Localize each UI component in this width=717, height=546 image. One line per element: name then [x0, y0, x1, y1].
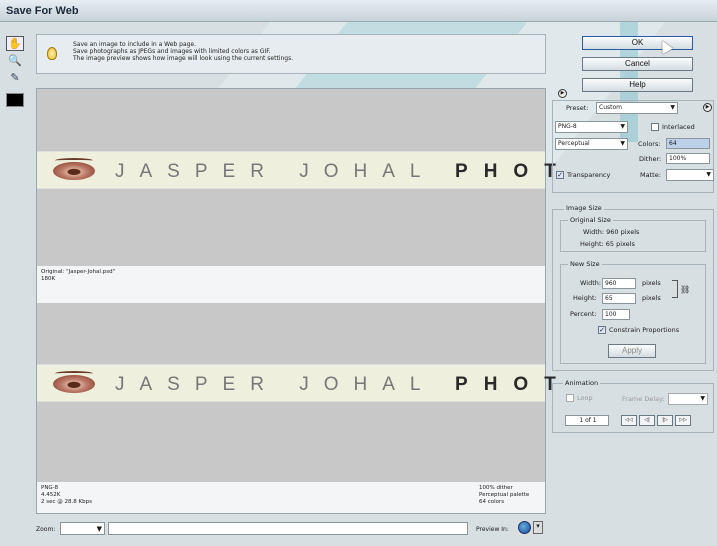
dither-field[interactable]: 100% — [666, 153, 710, 164]
tool-column: ✋ 🔍 ✎ — [6, 36, 28, 107]
eyedropper-icon[interactable]: ✎ — [6, 70, 24, 85]
animation-title: Animation — [563, 379, 601, 387]
original-width: Width: 960 pixels — [583, 228, 640, 236]
transparency-checkbox[interactable]: ✓ — [556, 171, 564, 179]
width-unit: pixels — [642, 279, 661, 287]
zoom-select[interactable]: ▼ — [60, 522, 105, 535]
palette-select[interactable]: Perceptual ▼ — [555, 138, 628, 150]
image-banner: JASPER JOHAL PHOT — [37, 151, 556, 189]
original-size-title: Original Size — [568, 216, 613, 224]
first-frame-button[interactable]: ◁◁ — [621, 415, 637, 426]
info-line: Save an image to include in a Web page. — [73, 41, 197, 48]
link-bracket — [672, 280, 678, 298]
frame-delay-select[interactable]: ▼ — [668, 393, 708, 405]
banner-text: JASPER JOHAL PHOT — [115, 161, 572, 182]
loop-label: Loop — [577, 394, 593, 402]
preset-label: Preset: — [566, 104, 589, 112]
window-title: Save For Web — [6, 5, 79, 17]
dither-label: Dither: — [639, 155, 662, 163]
cancel-button[interactable]: Cancel — [582, 57, 693, 71]
apply-button[interactable]: Apply — [608, 344, 656, 358]
interlaced-label: Interlaced — [662, 123, 695, 131]
eye-graphic — [53, 371, 95, 393]
chevron-down-icon: ▼ — [700, 395, 705, 402]
ok-button[interactable]: OK — [582, 36, 693, 50]
percent-field[interactable]: 100 — [602, 309, 630, 320]
frame-counter: 1 of 1 — [565, 415, 609, 426]
lightbulb-icon — [47, 47, 57, 60]
height-label: Height: — [573, 294, 597, 302]
prev-frame-button[interactable]: ◁| — [639, 415, 655, 426]
info-text: Save an image to include in a Web page. … — [73, 41, 293, 62]
optimize-menu-icon[interactable]: ▶ — [703, 103, 712, 112]
banner-text: JASPER JOHAL PHOT — [115, 374, 572, 395]
colors-field[interactable]: 64 — [666, 138, 710, 149]
zoom-label: Zoom: — [36, 526, 56, 533]
width-label: Width: — [580, 279, 602, 287]
colors-label: Colors: — [638, 140, 661, 148]
original-height: Height: 65 pixels — [580, 240, 635, 248]
chevron-down-icon: ▼ — [706, 171, 711, 178]
chevron-down-icon: ▼ — [620, 140, 625, 147]
constrain-label: Constrain Proportions — [609, 326, 680, 334]
matte-select[interactable]: ▼ — [666, 169, 714, 181]
height-unit: pixels — [642, 294, 661, 302]
info-line: Save photographs as JPEGs and images wit… — [73, 48, 271, 55]
preview-in-label: Preview In: — [476, 526, 509, 533]
loop-checkbox[interactable] — [566, 394, 574, 402]
hand-icon[interactable]: ✋ — [6, 36, 24, 51]
preset-select[interactable]: Custom ▼ — [596, 102, 678, 114]
height-field[interactable]: 65 — [602, 293, 636, 304]
original-caption: Original: "Jasper-Johal.psd" 180K — [41, 269, 116, 282]
browser-icon[interactable] — [518, 521, 531, 534]
zoom-icon[interactable]: 🔍 — [6, 53, 24, 68]
image-size-title: Image Size — [564, 204, 604, 212]
link-icon: ⛓ — [680, 285, 691, 294]
original-preview-pane[interactable]: JASPER JOHAL PHOT — [37, 89, 556, 266]
status-field — [108, 522, 468, 535]
new-size-title: New Size — [568, 260, 602, 268]
optimized-caption-right: 100% dither Perceptual palette 64 colors — [479, 485, 530, 505]
preview-menu-icon[interactable]: ▶ — [558, 89, 567, 98]
percent-label: Percent: — [570, 310, 597, 318]
image-banner: JASPER JOHAL PHOT — [37, 364, 556, 402]
chevron-down-icon: ▼ — [96, 525, 102, 533]
width-field[interactable]: 960 — [602, 278, 636, 289]
browser-select[interactable]: ▾ — [533, 521, 543, 534]
color-swatch[interactable] — [6, 93, 24, 107]
optimized-caption-left: PNG-8 4.452K 2 sec @ 28.8 Kbps — [41, 485, 92, 505]
transparency-label: Transparency — [567, 171, 611, 179]
bottom-bar: Zoom: ▼ Preview In: ▾ — [36, 520, 550, 538]
info-bar: Save an image to include in a Web page. … — [36, 34, 546, 74]
format-select[interactable]: PNG-8 ▼ — [555, 121, 628, 133]
interlaced-checkbox[interactable] — [651, 123, 659, 131]
next-frame-button[interactable]: |▷ — [657, 415, 673, 426]
chevron-down-icon: ▼ — [620, 123, 625, 130]
matte-label: Matte: — [640, 171, 661, 179]
constrain-checkbox[interactable]: ✓ — [598, 326, 606, 334]
frame-delay-label: Frame Delay: — [622, 395, 665, 403]
optimized-preview-pane[interactable]: JASPER JOHAL PHOT — [37, 303, 556, 482]
preview-area: JASPER JOHAL PHOT Original: "Jasper-Joha… — [36, 88, 556, 514]
info-line: The image preview shows how image will l… — [73, 55, 294, 62]
eye-graphic — [53, 158, 95, 180]
title-bar: Save For Web — [0, 0, 717, 22]
help-button[interactable]: Help — [582, 78, 693, 92]
chevron-down-icon: ▼ — [670, 104, 675, 111]
last-frame-button[interactable]: ▷▷ — [675, 415, 691, 426]
